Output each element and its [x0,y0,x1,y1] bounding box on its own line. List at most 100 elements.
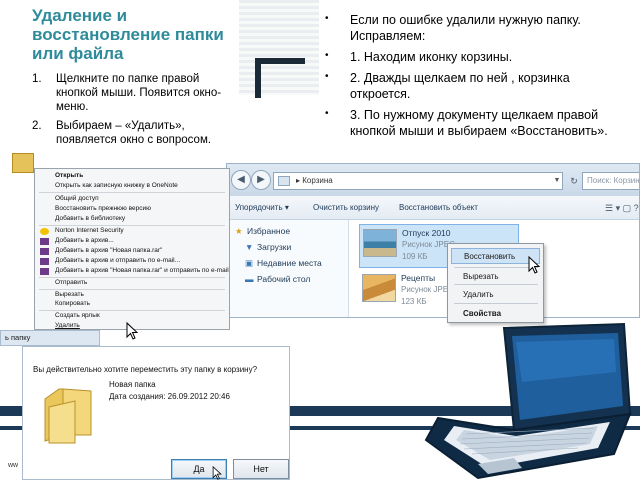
norton-icon [40,228,49,235]
nav-item-desktop[interactable]: ▬ Рабочий стол [245,274,310,284]
left-steps: 1. Щелкните по папке правой кнопкой мыши.… [32,72,237,152]
refresh-icon[interactable]: ↻ [567,172,581,190]
desktop-icon: ▬ [245,274,254,284]
step-number: 1. [32,73,42,85]
archive-icon [40,258,49,265]
folder-icon[interactable] [12,153,34,173]
folder-icon [44,388,92,444]
file-size: 109 КБ [402,252,428,261]
step-item: 1. Щелкните по папке правой кнопкой мыши.… [32,72,237,114]
menu-item-send-to[interactable]: Отправить [55,279,87,286]
restore-all-button[interactable]: Восстановить объект [399,196,478,220]
menu-item-cut[interactable]: Вырезать [55,291,84,298]
folder-name: Новая папка [109,380,156,389]
archive-icon [40,268,49,275]
recycle-context-menu: Восстановить Вырезать Удалить Свойства [447,243,544,323]
mouse-cursor-icon [212,466,222,480]
view-options-icons[interactable]: ☰ ▾ ▢ ? [605,202,639,214]
bullet-text: 2. Дважды щелкаем по ней , корзинка откр… [350,71,570,101]
menu-item-cut[interactable]: Вырезать [463,272,499,281]
bullet-item: • 2. Дважды щелкаем по ней , корзинка отк… [325,70,630,102]
menu-separator [454,303,538,304]
menu-item-open[interactable]: Открыть [55,172,83,179]
menu-item-restore[interactable]: Восстановить [451,248,540,264]
menu-item-copy[interactable]: Копировать [55,300,90,307]
menu-item-share[interactable]: Общий доступ [55,195,99,202]
back-button[interactable]: ◀ [231,170,251,190]
menu-item-restore-version[interactable]: Восстановить прежнюю версию [55,205,151,212]
menu-separator [454,267,538,268]
bullet-glyph: • [325,71,329,82]
laptop-illustration [424,322,632,480]
step-item: 2. Выбираем – «Удалить», появляется окно … [32,119,237,147]
no-button[interactable]: Нет [233,459,289,479]
empty-bin-button[interactable]: Очистить корзину [313,196,379,220]
menu-item-open-onenote[interactable]: Открыть как записную книжку в OneNote [55,182,178,189]
menu-item-add-rar[interactable]: Добавить в архив "Новая папка.rar" [55,247,162,254]
dialog-caption: ь папку [0,330,100,346]
file-name: Рецепты [401,273,436,283]
slide-title: Удаление и восстановление папки или файл… [32,6,224,63]
right-bullets: • Если по ошибке удалили нужную папку. Ис… [325,12,630,144]
menu-item-delete[interactable]: Удалить [463,290,494,299]
bullet-glyph: • [325,108,329,119]
bullet-item: • Если по ошибке удалили нужную папку. Ис… [325,12,630,44]
mouse-cursor-icon [126,322,138,340]
folder-created-date: Дата создания: 26.09.2012 20:46 [109,392,230,401]
address-dropdown-icon[interactable]: ▼ [550,172,564,190]
step-number: 2. [32,120,42,132]
address-prefix: ▸ [296,176,301,185]
nav-item-favorites[interactable]: ★ Избранное [235,226,290,237]
menu-item-archive-email[interactable]: Добавить в архив и отправить по e-mail..… [55,257,180,264]
address-bar-area: ◀ ▶ ▸ Корзина ▼ ↻ Поиск: Корзина [227,164,639,196]
delete-confirm-dialog: Вы действительно хотите переместить эту … [22,346,290,480]
image-thumbnail [363,229,397,257]
nav-label: Загрузки [257,242,292,252]
bullet-item: • 3. По нужному документу щелкаем правой … [325,107,630,139]
menu-item-rar-email[interactable]: Добавить в архив "Новая папка.rar" и отп… [55,267,229,274]
bullet-text: Если по ошибке удалили нужную папку. Исп… [350,13,581,43]
nav-label: Избранное [247,226,291,236]
search-input[interactable]: Поиск: Корзина [582,172,639,190]
nav-label: Недавние места [257,258,322,268]
step-text: Щелкните по папке правой кнопкой мыши. П… [56,73,222,113]
bullet-item: • 1. Находим иконку корзины. [325,49,630,65]
nav-item-recent-places[interactable]: ▣ Недавние места [245,258,322,269]
step-text: Выбираем – «Удалить», появляется окно с … [56,120,212,146]
bullet-glyph: • [325,50,329,61]
menu-separator [39,225,225,226]
archive-icon [40,248,49,255]
menu-separator [39,277,225,278]
menu-item-add-library[interactable]: Добавить в библиотеку [55,215,125,222]
nav-item-downloads[interactable]: ▼ Загрузки [245,242,291,252]
mouse-cursor-icon [528,256,540,274]
menu-item-properties[interactable]: Свойства [463,309,501,318]
address-text: Корзина [302,176,333,185]
menu-item-norton[interactable]: Norton Internet Security [55,227,124,234]
folder-context-menu: Открыть Открыть как записную книжку в On… [34,168,230,330]
footer-url-fragment: ww [8,462,19,469]
navigation-pane: ★ Избранное ▼ Загрузки ▣ Недавние места ▬ Ра… [227,220,349,317]
nav-label: Рабочий стол [257,274,311,284]
file-size: 123 КБ [401,297,427,306]
menu-separator [39,289,225,290]
bullet-glyph: • [325,13,329,24]
download-icon: ▼ [245,242,254,252]
recent-places-icon: ▣ [245,258,254,268]
organize-button[interactable]: Упорядочить ▾ [235,196,289,220]
bullet-text: 1. Находим иконку корзины. [350,50,513,64]
archive-icon [40,238,49,245]
star-icon: ★ [235,226,243,236]
forward-button[interactable]: ▶ [251,170,271,190]
menu-item-add-archive[interactable]: Добавить в архив... [55,237,114,244]
recycle-bin-window: ◀ ▶ ▸ Корзина ▼ ↻ Поиск: Корзина Упорядо… [226,163,640,318]
bullet-text: 3. По нужному документу щелкаем правой к… [350,108,608,138]
menu-item-delete[interactable]: Удалить [55,322,80,329]
image-thumbnail [362,274,396,302]
menu-separator [39,310,225,311]
file-name: Отпуск 2010 [402,228,451,238]
menu-item-create-shortcut[interactable]: Создать ярлык [55,312,100,319]
address-field[interactable]: ▸ Корзина [273,172,563,190]
decorative-frame [255,58,305,98]
menu-separator [454,284,538,285]
